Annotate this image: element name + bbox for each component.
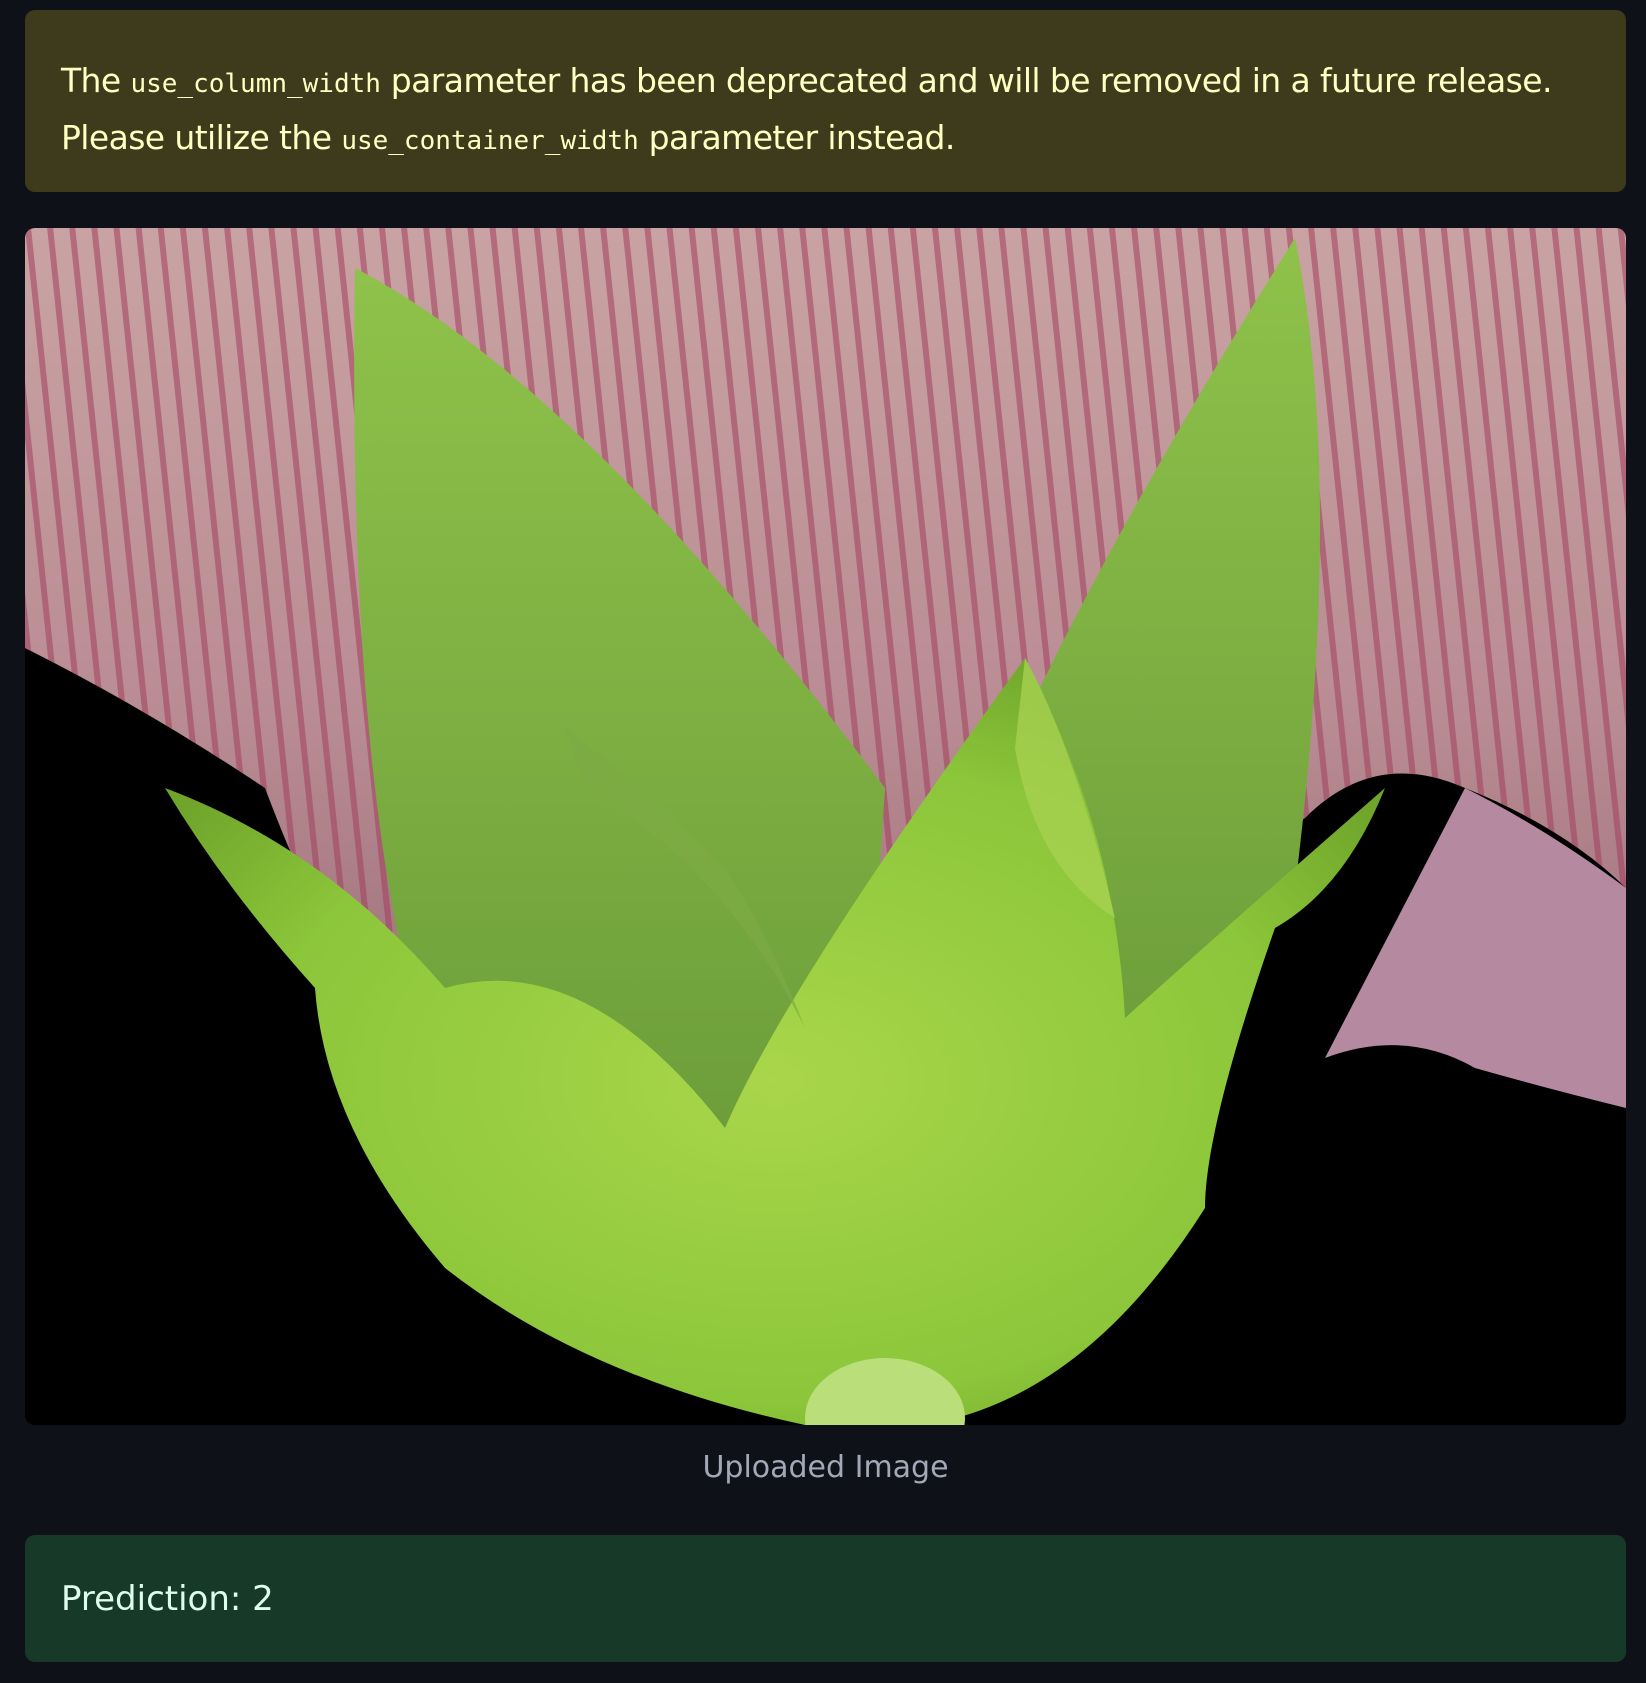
- uploaded-image: [25, 228, 1626, 1425]
- prediction-text: Prediction: 2: [61, 1578, 274, 1619]
- warning-text-3: parameter instead.: [638, 118, 956, 157]
- prediction-success-alert: Prediction: 2: [25, 1535, 1626, 1662]
- warning-code-use-column-width: use_column_width: [130, 69, 381, 99]
- warning-text-1: The: [61, 61, 131, 100]
- warning-code-use-container-width: use_container_width: [341, 126, 639, 156]
- flower-bud-photo: [25, 228, 1626, 1425]
- image-caption: Uploaded Image: [702, 1450, 949, 1485]
- deprecation-warning-alert: The use_column_width parameter has been …: [25, 10, 1626, 192]
